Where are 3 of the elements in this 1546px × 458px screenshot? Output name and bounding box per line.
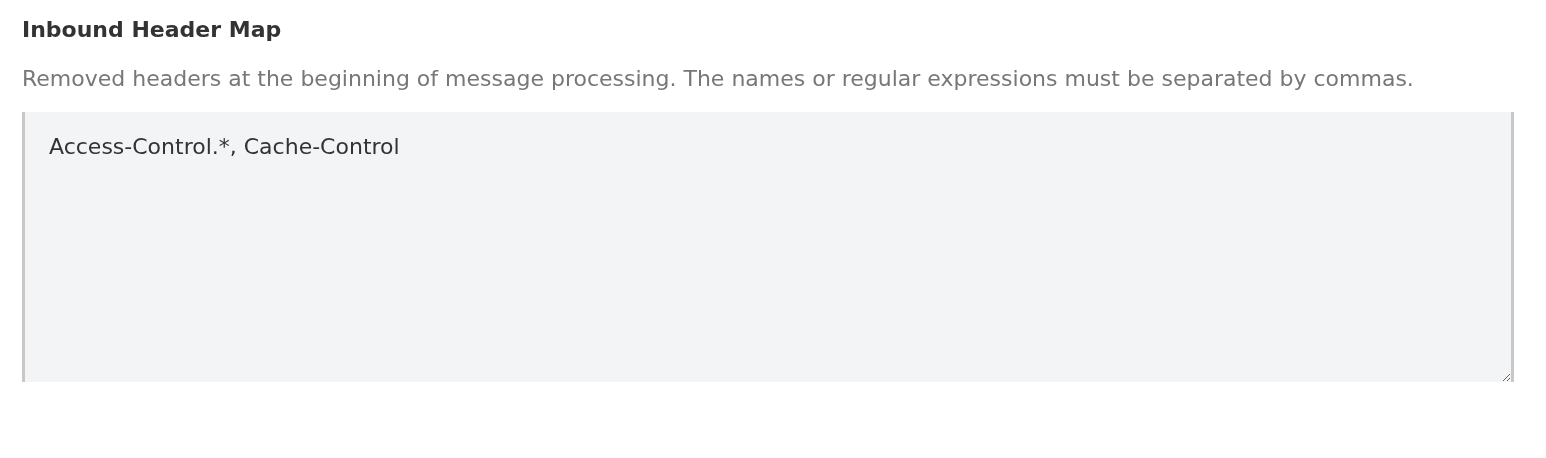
- field-description: Removed headers at the beginning of message processing. The names or regular expressions must be separated by commas.: [22, 65, 1415, 93]
- field-label: Inbound Header Map: [22, 16, 283, 44]
- input-field[interactable]: Access-Control.*, Cache-Control: [22, 112, 1514, 382]
